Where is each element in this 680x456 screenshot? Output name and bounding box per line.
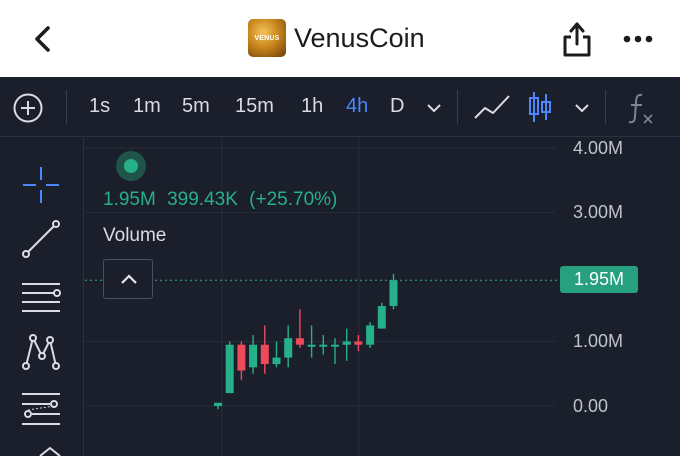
- candle-body: [249, 344, 258, 368]
- candle-body: [377, 306, 386, 329]
- interval-d[interactable]: D: [390, 95, 404, 118]
- app-title-group: VENUS VenusCoin: [248, 18, 425, 58]
- y-axis-tick-label: 0.00: [573, 396, 609, 416]
- chevron-left-icon[interactable]: [28, 22, 58, 56]
- chevron-down-icon[interactable]: [426, 102, 442, 114]
- candle-body: [342, 341, 351, 345]
- function-icon[interactable]: [626, 91, 656, 125]
- indicator-value-percent: (+25.70%): [249, 189, 338, 210]
- candle-body: [319, 344, 328, 347]
- pattern-icon[interactable]: [20, 330, 62, 372]
- trend-line-icon[interactable]: [20, 218, 62, 260]
- chevron-up-icon: [121, 274, 137, 284]
- indicator-values: 1.95M 399.43K (+25.70%): [103, 189, 343, 211]
- candle-body: [225, 344, 234, 394]
- candle-body: [237, 344, 246, 371]
- candle-body: [260, 344, 269, 365]
- line-chart-icon[interactable]: [473, 92, 513, 122]
- y-axis-tick-label: 3.00M: [573, 202, 624, 222]
- chart-toolbar: 1s 1m 5m 15m 1h 4h D: [0, 77, 680, 137]
- chevron-down-icon[interactable]: [574, 102, 590, 114]
- toolbar-divider: [66, 90, 67, 124]
- crosshair-icon[interactable]: [20, 164, 62, 206]
- more-tools-icon[interactable]: [36, 444, 64, 456]
- toolbar-divider: [605, 90, 606, 124]
- share-icon[interactable]: [560, 20, 594, 58]
- candle-body: [331, 344, 339, 347]
- candle-body: [214, 402, 222, 406]
- fib-tool-icon[interactable]: [20, 388, 62, 430]
- candle-body: [272, 357, 281, 365]
- add-indicator-icon[interactable]: [12, 92, 44, 124]
- venuscoin-logo: VENUS: [248, 19, 286, 57]
- more-dots-icon[interactable]: [622, 26, 654, 52]
- logo-text: VENUS: [254, 34, 280, 42]
- candlestick-icon[interactable]: [526, 90, 554, 124]
- interval-1h[interactable]: 1h: [301, 95, 323, 118]
- top-navigation-bar: VENUS VenusCoin: [0, 0, 680, 77]
- drawing-tools-sidebar: [0, 138, 84, 456]
- candle-body: [389, 280, 398, 307]
- y-axis-tick-label: 4.00M: [573, 138, 624, 158]
- collapse-button[interactable]: [103, 259, 153, 299]
- page-title: VenusCoin: [294, 22, 425, 53]
- indicator-value-current: 1.95M: [103, 189, 156, 210]
- interval-15m[interactable]: 15m: [235, 95, 274, 118]
- current-value-tag: 1.95M: [560, 266, 638, 293]
- candle-body: [354, 341, 363, 345]
- visibility-toggle[interactable]: [116, 151, 146, 181]
- interval-1m[interactable]: 1m: [133, 95, 161, 118]
- indicator-label: Volume: [103, 225, 167, 246]
- toolbar-divider: [457, 90, 458, 124]
- candle-body: [284, 338, 293, 358]
- y-axis-tick-label: 1.00M: [573, 331, 624, 351]
- interval-4h[interactable]: 4h: [346, 95, 368, 118]
- candle-body: [295, 338, 304, 345]
- interval-1s[interactable]: 1s: [89, 95, 110, 118]
- interval-5m[interactable]: 5m: [182, 95, 210, 118]
- indicator-value-change: 399.43K: [167, 189, 238, 210]
- horizontal-lines-icon[interactable]: [20, 276, 62, 318]
- candle-body: [366, 325, 375, 345]
- candle-body: [307, 344, 316, 347]
